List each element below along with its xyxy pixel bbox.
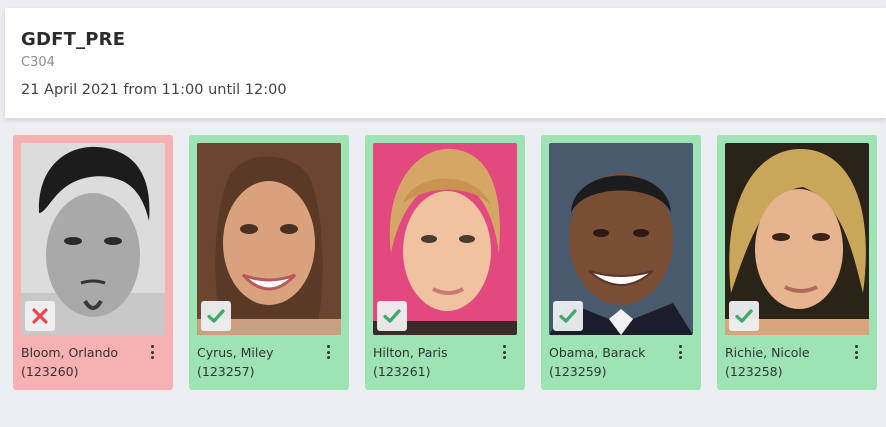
card-menu-button[interactable] (323, 345, 333, 359)
card-menu-button[interactable] (147, 345, 157, 359)
check-icon (383, 309, 401, 323)
session-header: GDFT_PRE C304 21 April 2021 from 11:00 u… (5, 8, 886, 118)
session-datetime: 21 April 2021 from 11:00 until 12:00 (21, 82, 287, 98)
room-label: C304 (21, 55, 55, 70)
check-icon (207, 309, 225, 323)
present-status-badge[interactable] (201, 301, 231, 331)
present-status-badge[interactable] (553, 301, 583, 331)
kebab-menu-icon (678, 345, 682, 348)
student-card[interactable]: Obama, Barack (123259) (541, 135, 701, 390)
student-name: Cyrus, Miley (197, 345, 274, 360)
student-card[interactable]: Cyrus, Miley (123257) (189, 135, 349, 390)
present-status-badge[interactable] (729, 301, 759, 331)
student-card[interactable]: Bloom, Orlando (123260) (13, 135, 173, 390)
student-id: (123261) (373, 364, 431, 379)
student-name: Richie, Nicole (725, 345, 810, 360)
cross-icon (32, 308, 48, 324)
kebab-menu-icon (326, 345, 330, 348)
student-name: Bloom, Orlando (21, 345, 119, 360)
student-name: Hilton, Paris (373, 345, 448, 360)
student-id: (123257) (197, 364, 255, 379)
card-menu-button[interactable] (675, 345, 685, 359)
card-menu-button[interactable] (851, 345, 861, 359)
present-status-badge[interactable] (377, 301, 407, 331)
kebab-menu-icon (150, 345, 154, 348)
student-id: (123259) (549, 364, 607, 379)
student-card[interactable]: Hilton, Paris (123261) (365, 135, 525, 390)
kebab-menu-icon (502, 345, 506, 348)
student-id: (123258) (725, 364, 783, 379)
check-icon (559, 309, 577, 323)
course-title: GDFT_PRE (21, 29, 126, 50)
check-icon (735, 309, 753, 323)
kebab-menu-icon (854, 345, 858, 348)
student-id: (123260) (21, 364, 79, 379)
absent-status-badge[interactable] (25, 301, 55, 331)
student-card[interactable]: Richie, Nicole (123258) (717, 135, 877, 390)
student-name: Obama, Barack (549, 345, 646, 360)
card-menu-button[interactable] (499, 345, 509, 359)
